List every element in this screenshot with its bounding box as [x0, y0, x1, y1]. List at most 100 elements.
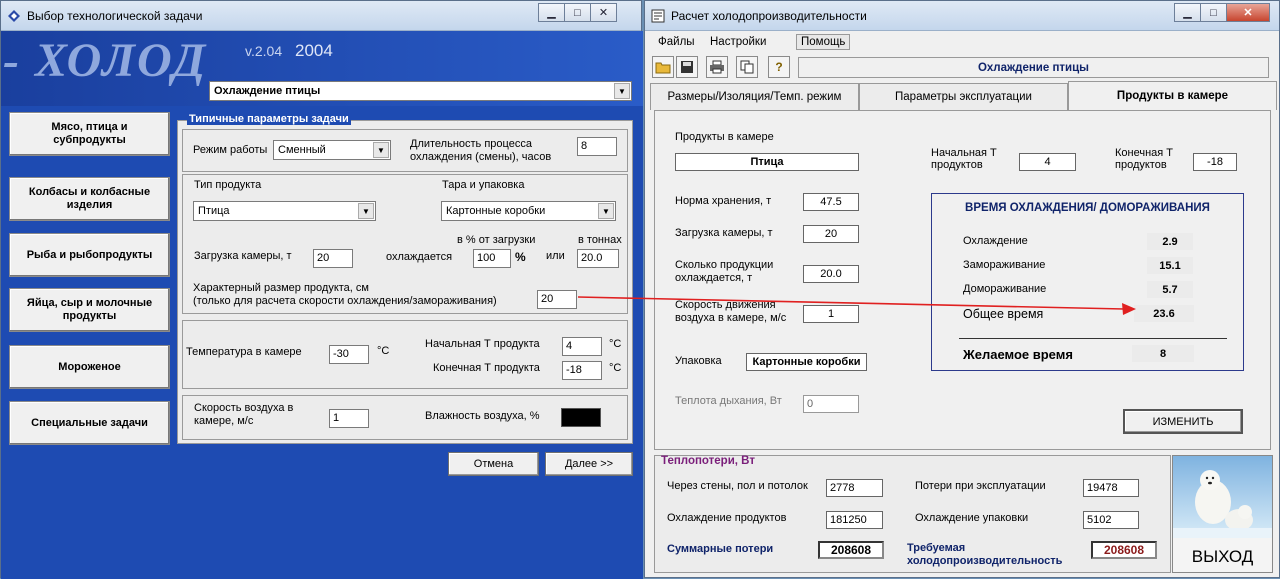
menu-files[interactable]: Файлы [658, 36, 695, 48]
next-button[interactable]: Далее >> [545, 452, 633, 476]
size-input[interactable]: 20 [537, 290, 577, 309]
divider [959, 338, 1227, 339]
walls-label: Через стены, пол и потолок [667, 480, 808, 492]
package-label: Упаковка [675, 355, 722, 367]
help-icon[interactable]: ? [768, 56, 790, 78]
version-label: v.2.04 [245, 43, 283, 59]
cooled-label: охлаждается [386, 251, 453, 263]
start-t-unit: °C [609, 338, 622, 350]
result-value: 5.7 [1147, 281, 1193, 298]
humidity-label: Влажность воздуха, % [425, 410, 540, 422]
percent-input[interactable]: 100 [473, 249, 511, 268]
total-losses-label: Суммарные потери [667, 543, 774, 555]
save-icon[interactable] [676, 56, 698, 78]
category-button-icecream[interactable]: Мороженое [9, 345, 170, 389]
operation-value: 19478 [1083, 479, 1139, 497]
tab-dimensions[interactable]: Размеры/Изоляция/Темп. режим [650, 83, 859, 110]
products-field: Птица [675, 153, 859, 171]
breath-input[interactable]: 0 [803, 395, 859, 413]
load-value: 20 [824, 228, 838, 240]
walls-value: 2778 [826, 479, 883, 497]
tons-header: в тоннах [578, 234, 622, 246]
maximize-icon[interactable]: □ [1200, 3, 1227, 22]
category-label: Яйца, сыр и молочные продукты [26, 297, 153, 322]
menu-settings[interactable]: Настройки [710, 36, 766, 48]
chevron-down-icon[interactable]: ▼ [614, 83, 630, 99]
tab-operation[interactable]: Параметры эксплуатации [859, 83, 1068, 110]
cooled-field: 20.0 [803, 265, 859, 283]
title-bar[interactable]: Расчет холодопроизводительности ▁ □ ✕ [645, 1, 1279, 31]
load-field: 20 [803, 225, 859, 243]
package-select[interactable]: Картонные коробки ▼ [441, 201, 616, 221]
params-title: Типичные параметры задачи [187, 113, 351, 125]
air-value: 1 [827, 308, 835, 320]
percent-header: в % от загрузки [457, 234, 536, 246]
air-field: 1 [803, 305, 859, 323]
chevron-down-icon[interactable]: ▼ [373, 142, 389, 158]
mode-select[interactable]: Сменный ▼ [273, 140, 391, 160]
losses-title: Теплопотери, Вт [661, 455, 755, 467]
minimize-icon[interactable]: ▁ [1174, 3, 1201, 22]
air-speed-input[interactable]: 1 [329, 409, 369, 428]
duration-label: Длительность процесса охлаждения (смены)… [410, 138, 552, 163]
title-bar[interactable]: Выбор технологической задачи ▁ □ ✕ [1, 1, 641, 31]
print-icon[interactable] [706, 56, 728, 78]
category-label: Рыба и рыбопродукты [26, 248, 153, 261]
desired-time-value: 8 [1132, 345, 1194, 362]
tons-input[interactable]: 20.0 [577, 249, 619, 268]
year-label: 2004 [295, 41, 333, 60]
humidity-swatch[interactable] [561, 408, 601, 427]
chevron-down-icon[interactable]: ▼ [358, 203, 374, 219]
product-type-select[interactable]: Птица ▼ [193, 201, 376, 221]
cooled-label: Сколько продукции охлаждается, т [675, 259, 774, 284]
end-t-input[interactable]: -18 [562, 361, 602, 380]
result-label: Домораживание [963, 283, 1047, 295]
close-icon[interactable]: ✕ [590, 3, 617, 22]
category-label: Колбасы и колбасные изделия [28, 186, 151, 211]
category-button-meat[interactable]: Мясо, птица и субпродукты [9, 112, 170, 156]
change-button[interactable]: ИЗМЕНИТЬ [1123, 409, 1243, 434]
open-folder-icon[interactable] [652, 56, 674, 78]
total-losses-value: 208608 [818, 541, 884, 559]
category-button-dairy[interactable]: Яйца, сыр и молочные продукты [9, 288, 170, 332]
task-select[interactable]: Охлаждение птицы ▼ [209, 81, 632, 101]
end-t-label: Конечная Т продукта [433, 362, 540, 374]
tab-label: Размеры/Изоляция/Темп. режим [667, 91, 842, 103]
product-type-value: Птица [198, 205, 230, 217]
end-t-unit: °C [609, 362, 622, 374]
size-label: Характерный размер продукта, см [193, 282, 369, 294]
minimize-icon[interactable]: ▁ [538, 3, 565, 22]
toolbar-caption: Охлаждение птицы [798, 57, 1269, 78]
cancel-button[interactable]: Отмена [448, 452, 539, 476]
duration-input[interactable]: 8 [577, 137, 617, 156]
toolbar: ? Охлаждение птицы [650, 56, 1274, 80]
products-cool-value-text: 181250 [830, 514, 867, 526]
category-button-fish[interactable]: Рыба и рыбопродукты [9, 233, 170, 277]
chevron-down-icon[interactable]: ▼ [598, 203, 614, 219]
polar-bear-image [1173, 456, 1272, 538]
air-label: Скорость движения воздуха в камере, м/с [675, 299, 787, 324]
room-temp-input[interactable]: -30 [329, 345, 369, 364]
copy-icon[interactable] [736, 56, 758, 78]
package-field: Картонные коробки [746, 353, 867, 371]
window-title: Расчет холодопроизводительности [671, 9, 867, 23]
total-losses-value-text: 208608 [830, 543, 872, 557]
category-label: Специальные задачи [31, 416, 148, 429]
percent-unit: % [515, 250, 526, 264]
load-label: Загрузка камеры, т [194, 250, 292, 262]
close-icon[interactable]: ✕ [1226, 3, 1270, 22]
room-temp-unit: °C [377, 345, 390, 357]
category-button-special[interactable]: Специальные задачи [9, 401, 170, 445]
tab-label: Продукты в камере [1116, 90, 1229, 102]
start-t-input[interactable]: 4 [562, 337, 602, 356]
exit-button[interactable]: ВЫХОД [1172, 455, 1273, 573]
maximize-icon[interactable]: □ [564, 3, 591, 22]
total-time-label: Общее время [963, 307, 1044, 321]
menu-help[interactable]: Помощь [796, 34, 851, 50]
or-label: или [546, 250, 565, 262]
task-select-value: Охлаждение птицы [214, 85, 321, 97]
category-button-sausage[interactable]: Колбасы и колбасные изделия [9, 177, 170, 221]
load-input[interactable]: 20 [313, 249, 353, 268]
package-cool-value: 5102 [1083, 511, 1139, 529]
tab-products[interactable]: Продукты в камере [1068, 81, 1277, 110]
